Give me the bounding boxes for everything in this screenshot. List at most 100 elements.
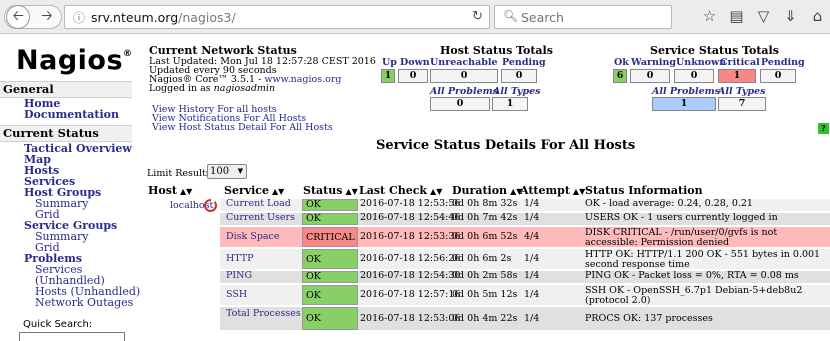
- duration: 0d 0h 8m 32s: [452, 198, 518, 209]
- status-info: USERS OK - 1 users currently logged in: [585, 212, 778, 223]
- last-check: 2016-07-18 12:56:26: [360, 253, 461, 264]
- duration: 0d 0h 5m 12s: [452, 289, 518, 300]
- url-bar[interactable]: ⓘ srv.nteum.org/nagios3/ ↻: [64, 5, 490, 29]
- search-bar[interactable]: 🔍︎: [494, 5, 672, 29]
- nagios-logo[interactable]: Nagios®: [16, 45, 133, 76]
- host-down-count[interactable]: 0: [398, 69, 428, 83]
- svc-all-types-count[interactable]: 7: [718, 97, 766, 111]
- reload-icon[interactable]: ↻: [472, 9, 483, 24]
- host-col-pending[interactable]: Pending: [502, 57, 546, 68]
- table-row: Disk Space CRITICAL 2016-07-18 12:53:36 …: [220, 227, 830, 248]
- status-badge: OK: [302, 271, 358, 283]
- status-info: PROCS OK: 137 processes: [585, 313, 713, 324]
- svc-ok-count[interactable]: 6: [613, 69, 627, 83]
- pocket-icon[interactable]: ▽: [750, 7, 777, 25]
- reading-list-icon[interactable]: ▤: [723, 7, 750, 25]
- sidebar: Nagios® General Home Documentation Curre…: [0, 34, 140, 341]
- quick-search-input[interactable]: [19, 332, 125, 341]
- table-row: Total Processes OK 2016-07-18 12:53:06 0…: [220, 307, 830, 331]
- status-badge: CRITICAL: [302, 227, 358, 247]
- svc-all-problems-count[interactable]: 1: [652, 97, 716, 111]
- svc-col-ok[interactable]: Ok: [614, 57, 629, 68]
- col-status: Status ▲▼: [303, 184, 358, 197]
- last-check: 2016-07-18 12:53:56: [360, 198, 461, 209]
- table-row: Current Load OK 2016-07-18 12:53:56 0d 0…: [220, 199, 830, 212]
- limit-results-label: Limit Results:: [147, 168, 214, 179]
- col-attempt: Attempt ▲▼: [520, 184, 586, 197]
- svc-col-pending[interactable]: Pending: [761, 57, 805, 68]
- host-col-up[interactable]: Up: [382, 57, 397, 68]
- attempt: 1/4: [524, 198, 540, 209]
- col-service: Service ▲▼: [224, 184, 285, 197]
- forward-arrow-icon[interactable]: 🡢: [35, 5, 59, 29]
- service-link[interactable]: HTTP: [220, 254, 302, 264]
- info-icon[interactable]: ⓘ: [73, 9, 85, 26]
- host-status-icon[interactable]: [204, 198, 217, 212]
- host-up-count[interactable]: 1: [381, 69, 395, 83]
- col-duration: Duration ▲▼: [452, 184, 523, 197]
- service-link[interactable]: Disk Space: [220, 232, 302, 242]
- host-col-unreachable[interactable]: Unreachable: [430, 57, 498, 68]
- sort-arrows-icon[interactable]: ▲▼: [430, 187, 442, 196]
- star-icon[interactable]: ☆: [696, 7, 723, 25]
- duration: 0d 0h 4m 22s: [452, 313, 518, 324]
- host-col-down[interactable]: Down: [400, 57, 430, 68]
- home-icon[interactable]: ⌂: [804, 7, 830, 25]
- service-link[interactable]: Current Load: [220, 199, 302, 209]
- duration: 0d 0h 6m 2s: [452, 253, 512, 264]
- nav-network-outages[interactable]: Network Outages: [24, 297, 140, 308]
- help-icon[interactable]: ?: [818, 123, 829, 134]
- general-heading: General: [0, 81, 132, 98]
- svc-all-types[interactable]: All Types: [718, 86, 765, 97]
- status-badge: OK: [302, 199, 358, 211]
- svc-col-warning[interactable]: Warning: [631, 57, 676, 68]
- service-status-totals-title: Service Status Totals: [650, 44, 779, 57]
- host-pending-count[interactable]: 0: [501, 69, 537, 83]
- duration: 0d 0h 7m 42s: [452, 212, 518, 223]
- back-arrow-icon[interactable]: 🡠: [6, 5, 31, 29]
- search-input[interactable]: [521, 9, 661, 25]
- host-all-problems-count[interactable]: 0: [430, 97, 490, 111]
- svc-col-critical[interactable]: Critical: [720, 57, 760, 68]
- svc-col-unknown[interactable]: Unknown: [676, 57, 726, 68]
- table-row: Current Users OK 2016-07-18 12:54:46 0d …: [220, 213, 830, 226]
- browser-toolbar: 🡠 🡢 ⓘ srv.nteum.org/nagios3/ ↻ 🔍︎ ☆ ▤ ▽ …: [0, 0, 830, 34]
- status-badge: OK: [302, 307, 358, 330]
- sort-arrows-icon[interactable]: ▲▼: [180, 187, 192, 196]
- sort-arrows-icon[interactable]: ▲▼: [345, 187, 357, 196]
- status-info: PING OK - Packet loss = 0%, RTA = 0.08 m…: [585, 270, 799, 281]
- sort-arrows-icon[interactable]: ▲▼: [272, 187, 284, 196]
- status-badge: OK: [302, 249, 358, 269]
- last-check: 2016-07-18 12:53:36: [360, 231, 461, 242]
- host-all-problems[interactable]: All Problems: [430, 86, 498, 97]
- duration: 0d 0h 2m 58s: [452, 270, 518, 281]
- service-link[interactable]: Total Processes: [220, 309, 302, 319]
- status-info: OK - load average: 0.24, 0.28, 0.21: [585, 198, 753, 209]
- host-all-types-count[interactable]: 1: [492, 97, 528, 111]
- view-host-status-detail-link[interactable]: View Host Status Detail For All Hosts: [152, 122, 333, 133]
- duration: 0d 0h 6m 52s: [452, 231, 518, 242]
- host-status-totals-title: Host Status Totals: [440, 44, 553, 57]
- host-all-types[interactable]: All Types: [493, 86, 540, 97]
- attempt: 1/4: [524, 270, 540, 281]
- service-link[interactable]: SSH: [220, 290, 302, 300]
- last-check: 2016-07-18 12:54:30: [360, 270, 461, 281]
- chevron-down-icon: ▼: [237, 167, 243, 175]
- svc-all-problems[interactable]: All Problems: [652, 86, 720, 97]
- nav-documentation[interactable]: Documentation: [24, 109, 119, 120]
- limit-results-select[interactable]: 100 ▼: [207, 164, 247, 179]
- attempt: 1/4: [524, 253, 540, 264]
- svc-warning-count[interactable]: 0: [630, 69, 670, 83]
- svc-pending-count[interactable]: 0: [760, 69, 796, 83]
- sort-arrows-icon[interactable]: ▲▼: [573, 187, 585, 196]
- host-unreachable-count[interactable]: 0: [430, 69, 498, 83]
- col-host: Host ▲▼: [148, 184, 193, 197]
- svc-unknown-count[interactable]: 0: [674, 69, 714, 83]
- nagios-org-link[interactable]: www.nagios.org: [264, 74, 341, 85]
- svc-critical-count[interactable]: 1: [718, 69, 756, 83]
- service-link[interactable]: Current Users: [220, 213, 302, 223]
- download-icon[interactable]: ⇓: [777, 7, 804, 25]
- table-row: SSH OK 2016-07-18 12:57:16 0d 0h 5m 12s …: [220, 285, 830, 306]
- service-link[interactable]: PING: [220, 271, 302, 281]
- quick-search-label: Quick Search:: [23, 319, 93, 330]
